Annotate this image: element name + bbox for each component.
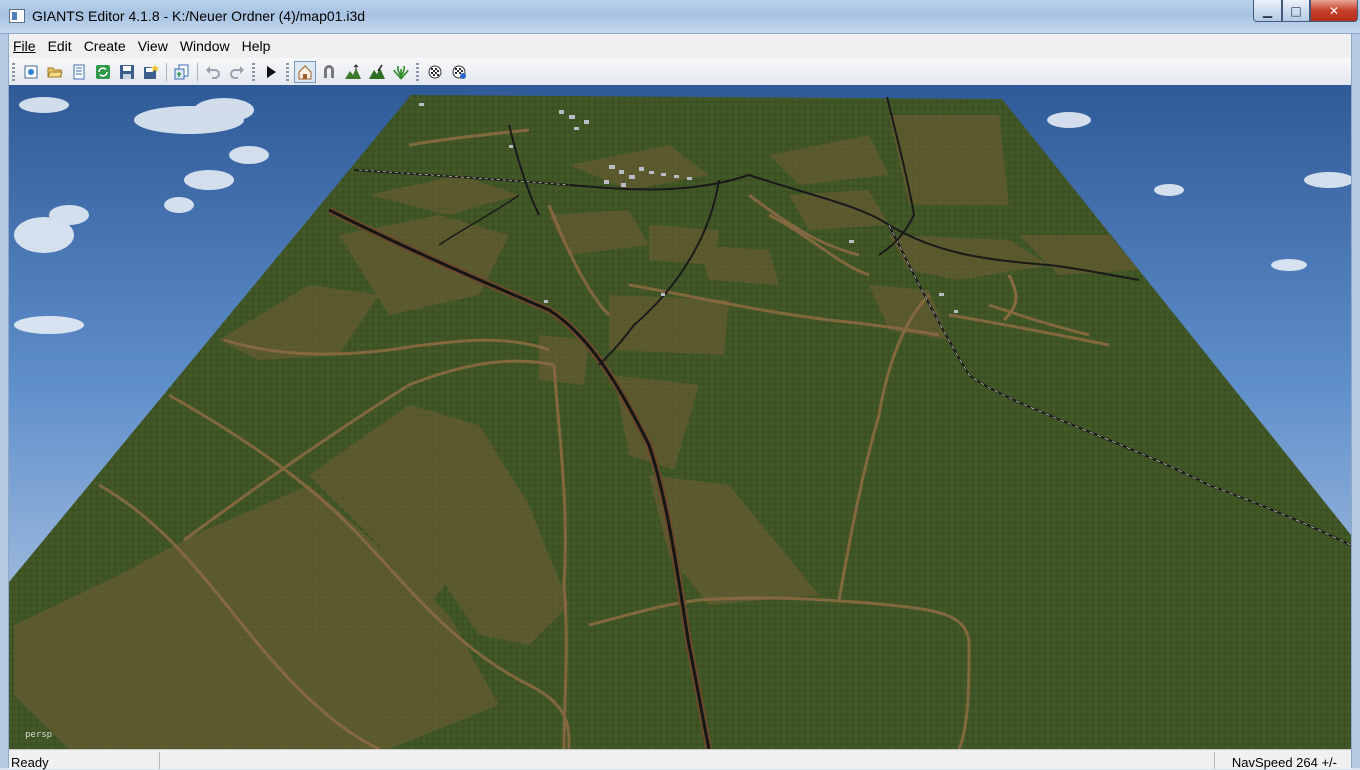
new-scene-button[interactable] <box>20 61 42 83</box>
window-title: GIANTS Editor 4.1.8 - K:/Neuer Ordner (4… <box>32 8 366 24</box>
toolbar-grip[interactable] <box>252 62 255 81</box>
import-icon <box>174 64 189 79</box>
redo-icon <box>230 65 244 79</box>
import-button[interactable] <box>171 61 193 83</box>
camera-label: persp <box>25 730 53 740</box>
document-list-button[interactable] <box>68 61 90 83</box>
toolbar-grip[interactable] <box>416 62 419 81</box>
render-settings-button[interactable] <box>424 61 446 83</box>
document-list-icon <box>73 64 85 79</box>
toolbar-grip[interactable] <box>12 62 15 81</box>
select-mode-icon <box>298 64 312 79</box>
terrain-paint-icon <box>369 64 385 79</box>
foliage-paint-button[interactable] <box>390 61 412 83</box>
close-icon: ✕ <box>1328 3 1340 18</box>
redo-button[interactable] <box>226 61 248 83</box>
close-button[interactable]: ✕ <box>1310 0 1358 22</box>
menu-help[interactable]: Help <box>236 38 277 54</box>
title-bar: GIANTS Editor 4.1.8 - K:/Neuer Ordner (4… <box>0 0 1360 34</box>
toolbar-grip[interactable] <box>286 62 289 81</box>
app-icon[interactable] <box>9 9 25 23</box>
minimize-button[interactable]: ▁ <box>1253 0 1282 22</box>
maximize-button[interactable]: □ <box>1282 0 1310 22</box>
play-button[interactable] <box>260 61 282 83</box>
save-button[interactable] <box>116 61 138 83</box>
move-mode-icon <box>324 64 334 78</box>
terrain-scene <box>9 85 1351 749</box>
foliage-paint-icon <box>393 65 409 79</box>
menu-bar: File Edit Create View Window Help <box>9 34 1351 58</box>
menu-file[interactable]: File <box>9 38 42 54</box>
open-icon <box>47 67 63 77</box>
toolbar-separator <box>197 62 198 81</box>
toolbar-separator <box>166 62 167 81</box>
perspective-viewport[interactable]: persp <box>9 85 1351 749</box>
play-icon <box>267 65 276 78</box>
menu-view[interactable]: View <box>132 38 174 54</box>
lod-settings-icon <box>452 65 466 79</box>
reload-button[interactable] <box>92 61 114 83</box>
status-bar: Ready NavSpeed 264 +/- <box>9 749 1351 770</box>
maximize-icon: □ <box>1290 3 1302 18</box>
menu-window[interactable]: Window <box>174 38 236 54</box>
menu-create[interactable]: Create <box>78 38 132 54</box>
status-divider <box>1214 752 1215 769</box>
undo-button[interactable] <box>202 61 224 83</box>
save-all-icon <box>144 63 159 79</box>
lod-settings-button[interactable] <box>448 61 470 83</box>
save-icon <box>120 64 134 79</box>
terrain-sculpt-button[interactable] <box>342 61 364 83</box>
terrain-sculpt-icon <box>345 63 361 79</box>
reload-icon <box>96 64 110 79</box>
move-mode-button[interactable] <box>318 61 340 83</box>
status-divider <box>159 752 160 769</box>
menu-edit[interactable]: Edit <box>42 38 78 54</box>
render-settings-icon <box>428 65 442 78</box>
window-frame-left <box>0 34 9 768</box>
select-mode-button[interactable] <box>294 60 316 83</box>
new-scene-icon <box>24 65 38 78</box>
open-button[interactable] <box>44 61 66 83</box>
undo-icon <box>206 65 220 79</box>
save-all-button[interactable] <box>140 61 162 83</box>
minimize-icon: ▁ <box>1262 3 1273 18</box>
main-toolbar <box>9 58 1351 86</box>
terrain-paint-button[interactable] <box>366 61 388 83</box>
window-frame-right <box>1351 34 1360 768</box>
